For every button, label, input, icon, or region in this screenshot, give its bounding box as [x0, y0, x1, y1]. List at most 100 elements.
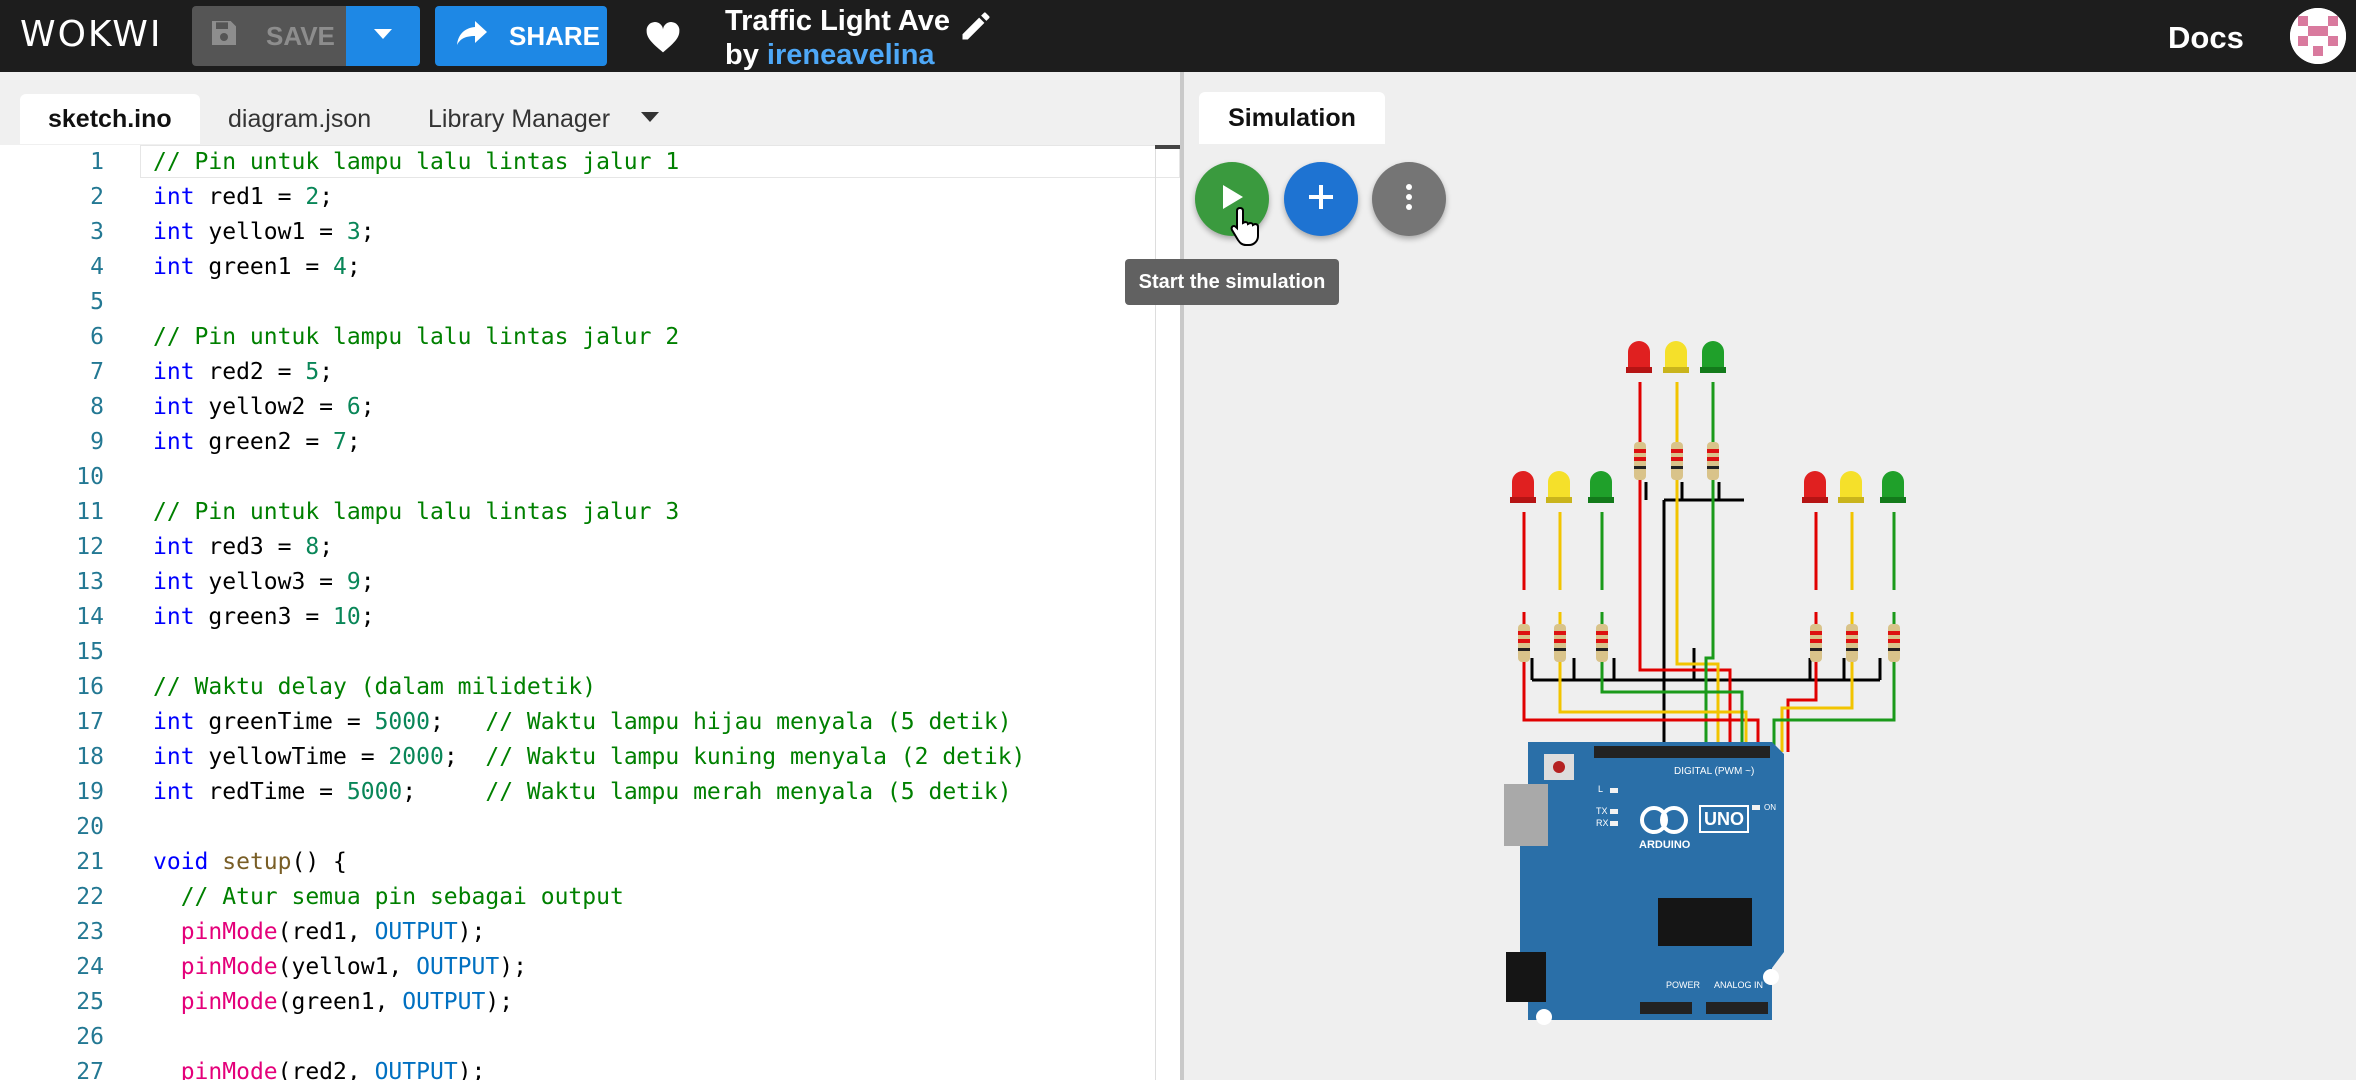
- floppy-disk-icon: [208, 17, 240, 56]
- code-editor[interactable]: 1 2 3 4 5 6 7 8 9 10 11 12 13 14 15 16 17 18 19 20 21 22 23 24 2…: [0, 145, 1180, 1080]
- project-title: Traffic Light Ave: [725, 5, 951, 37]
- hand-pointer-cursor-icon: [1230, 206, 1262, 251]
- digital-pins-label: DIGITAL (PWM ~): [1674, 766, 1754, 777]
- chevron-down-icon: [372, 27, 394, 46]
- code-editor-pane: sketch.ino diagram.json Library Manager …: [0, 72, 1180, 1080]
- led-right-yellow[interactable]: [1838, 471, 1864, 503]
- code-line: int yellow1 = 3;: [153, 219, 375, 245]
- led-top-red[interactable]: [1626, 341, 1652, 373]
- code-text[interactable]: // Pin untuk lampu lalu lintas jalur 1 in…: [153, 145, 1025, 1080]
- vertical-dots-icon: [1404, 182, 1414, 217]
- line-number: 3: [90, 219, 104, 245]
- tab-library-manager[interactable]: Library Manager: [400, 94, 638, 144]
- save-group: SAVE: [192, 6, 420, 66]
- line-number: 15: [76, 639, 104, 665]
- code-line: int red3 = 8;: [153, 534, 334, 560]
- led-right-red[interactable]: [1802, 471, 1828, 503]
- code-line: int redTime = 5000; // Waktu lampu merah…: [153, 779, 1012, 805]
- line-number: 19: [76, 779, 104, 805]
- line-number: 12: [76, 534, 104, 560]
- line-number: 10: [76, 464, 104, 490]
- top-bar: WOKWI SAVE SHARE Traffic Light Ave by ir…: [0, 0, 2356, 72]
- share-label: SHARE: [509, 20, 601, 51]
- tab-sketch-ino[interactable]: sketch.ino: [20, 94, 200, 144]
- tab-diagram-json[interactable]: diagram.json: [200, 94, 399, 144]
- code-line: // Atur semua pin sebagai output: [180, 884, 624, 910]
- line-number: 5: [90, 289, 104, 315]
- line-number: 26: [76, 1024, 104, 1050]
- add-part-button[interactable]: [1284, 162, 1358, 236]
- line-number: 25: [76, 989, 104, 1015]
- rx-label: RX: [1596, 818, 1609, 828]
- tab-simulation[interactable]: Simulation: [1199, 92, 1385, 144]
- save-label: SAVE: [266, 20, 335, 51]
- analog-label: ANALOG IN: [1714, 980, 1763, 990]
- save-dropdown-button[interactable]: [346, 6, 420, 66]
- line-number: 1: [90, 149, 104, 175]
- tx-label: TX: [1596, 806, 1608, 816]
- led-right-green[interactable]: [1880, 471, 1906, 503]
- heart-icon[interactable]: [643, 18, 683, 59]
- on-led-label: ON: [1764, 803, 1776, 812]
- docs-link[interactable]: Docs: [2168, 20, 2244, 56]
- line-number: 20: [76, 814, 104, 840]
- save-button[interactable]: SAVE: [192, 6, 346, 66]
- code-line: // Pin untuk lampu lalu lintas jalur 3: [153, 499, 680, 525]
- share-button[interactable]: SHARE: [435, 6, 607, 66]
- power-label: POWER: [1666, 980, 1701, 990]
- code-line: pinMode(yellow1, OUTPUT);: [180, 954, 527, 980]
- led-left-yellow[interactable]: [1546, 471, 1572, 503]
- line-number-gutter: 1 2 3 4 5 6 7 8 9 10 11 12 13 14 15 16 17 18 19 20 21 22 23 24 2…: [0, 145, 106, 1080]
- code-line: pinMode(red2, OUTPUT);: [180, 1059, 486, 1080]
- line-number: 11: [76, 499, 104, 525]
- wokwi-logo[interactable]: WOKWI: [20, 8, 162, 62]
- start-simulation-tooltip: Start the simulation: [1125, 259, 1339, 305]
- code-line: int yellowTime = 2000; // Waktu lampu ku…: [153, 744, 1026, 770]
- line-number: 4: [90, 254, 104, 280]
- editor-scrollbar-marker[interactable]: [1155, 145, 1180, 149]
- circuit-diagram: UNO ARDUINO DIGITAL (PWM ~) POWER ANALOG…: [1504, 341, 1906, 1025]
- board-model-label: UNO: [1704, 809, 1744, 829]
- user-avatar[interactable]: [2290, 8, 2346, 64]
- code-line: pinMode(red1, OUTPUT);: [180, 919, 486, 945]
- tabs-menu-chevron-icon[interactable]: [640, 110, 660, 128]
- code-line: void setup() {: [153, 849, 347, 875]
- code-line: int green1 = 4;: [153, 254, 361, 280]
- board-brand-label: ARDUINO: [1639, 839, 1691, 851]
- code-line: // Waktu delay (dalam milidetik): [153, 674, 597, 700]
- code-line: int greenTime = 5000; // Waktu lampu hij…: [153, 709, 1012, 735]
- line-number: 6: [90, 324, 104, 350]
- share-arrow-icon: [455, 19, 489, 54]
- code-line: // Pin untuk lampu lalu lintas jalur 1: [153, 149, 680, 175]
- l-led-label: L: [1598, 784, 1603, 794]
- line-number: 2: [90, 184, 104, 210]
- author-link[interactable]: ireneavelina: [767, 39, 935, 71]
- led-left-red[interactable]: [1510, 471, 1536, 503]
- editor-tab-bar: sketch.ino diagram.json Library Manager: [0, 72, 1180, 145]
- led-top-green[interactable]: [1700, 341, 1726, 373]
- line-number: 7: [90, 359, 104, 385]
- line-number: 21: [76, 849, 104, 875]
- line-number: 16: [76, 674, 104, 700]
- led-top-yellow[interactable]: [1663, 341, 1689, 373]
- code-line: int green3 = 10;: [153, 604, 375, 630]
- arduino-uno-board[interactable]: UNO ARDUINO DIGITAL (PWM ~) POWER ANALOG…: [1504, 742, 1784, 1025]
- line-number: 22: [76, 884, 104, 910]
- pencil-edit-icon[interactable]: [958, 8, 994, 49]
- code-line: // Pin untuk lampu lalu lintas jalur 2: [153, 324, 680, 350]
- line-number: 14: [76, 604, 104, 630]
- line-number: 23: [76, 919, 104, 945]
- led-left-green[interactable]: [1588, 471, 1614, 503]
- code-line: int green2 = 7;: [153, 429, 361, 455]
- code-line: int yellow3 = 9;: [153, 569, 375, 595]
- line-number: 18: [76, 744, 104, 770]
- code-line: int red1 = 2;: [153, 184, 334, 210]
- code-line: pinMode(green1, OUTPUT);: [180, 989, 514, 1015]
- line-number: 8: [90, 394, 104, 420]
- more-options-button[interactable]: [1372, 162, 1446, 236]
- line-number: 9: [90, 429, 104, 455]
- project-byline: by ireneavelina: [725, 38, 935, 72]
